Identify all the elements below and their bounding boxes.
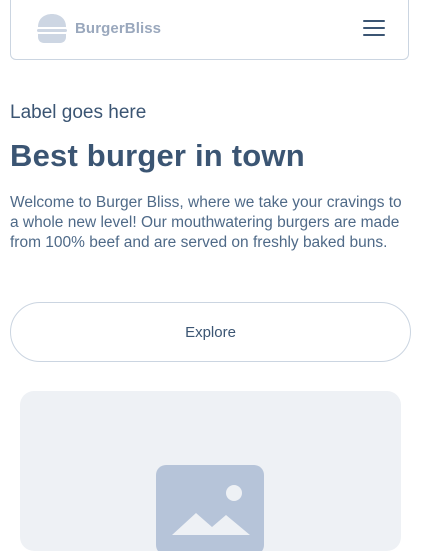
burger-icon xyxy=(36,14,68,43)
image-placeholder-icon xyxy=(156,465,264,551)
brand-name: BurgerBliss xyxy=(75,20,162,37)
page-title: Best burger in town xyxy=(10,138,305,173)
hamburger-menu-icon[interactable] xyxy=(363,20,385,36)
section-label: Label goes here xyxy=(10,102,147,123)
brand-logo[interactable]: BurgerBliss xyxy=(36,14,161,43)
navbar: BurgerBliss xyxy=(10,0,409,60)
image-placeholder xyxy=(20,391,401,551)
explore-button[interactable]: Explore xyxy=(10,302,411,362)
hero-description: Welcome to Burger Bliss, where we take y… xyxy=(10,194,402,251)
